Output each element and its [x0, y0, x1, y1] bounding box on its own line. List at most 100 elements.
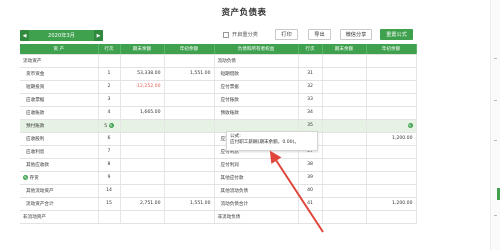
next-period-arrow-icon[interactable]: ▶: [94, 30, 103, 41]
beginning-balance[interactable]: [366, 210, 417, 224]
column-header: 年初余额: [366, 44, 417, 55]
ending-balance[interactable]: [322, 54, 367, 68]
ending-balance[interactable]: [120, 158, 165, 172]
beginning-balance[interactable]: [164, 132, 215, 146]
ending-balance[interactable]: [120, 119, 165, 133]
ending-balance[interactable]: 1,665.00: [120, 106, 165, 120]
ending-balance[interactable]: [322, 145, 367, 159]
table-row: 流动资产合计 15 2,751.00 1,551.00 流动负债合计 41 1,…: [20, 197, 417, 211]
ending-balance[interactable]: [120, 184, 165, 198]
asset-item-label: 应收账款: [20, 106, 99, 120]
ending-balance[interactable]: [322, 210, 367, 224]
beginning-balance[interactable]: [164, 210, 215, 224]
beginning-balance[interactable]: [366, 145, 417, 159]
ending-balance[interactable]: [120, 93, 165, 107]
beginning-balance-cell[interactable]: ✎: [366, 119, 417, 133]
beginning-balance[interactable]: 1,551.00: [164, 67, 215, 81]
ending-balance[interactable]: [322, 197, 367, 211]
beginning-balance[interactable]: [366, 106, 417, 120]
export-button[interactable]: 导出: [308, 29, 331, 40]
period-selector[interactable]: ◀ 2020年3月 ▶: [20, 30, 103, 41]
ending-balance[interactable]: [120, 132, 165, 146]
panel-tick: [494, 140, 497, 141]
row-number: 4: [98, 106, 121, 120]
ending-balance[interactable]: 2,751.00: [120, 197, 165, 211]
right-side-panel[interactable]: [490, 0, 500, 250]
row-number: 14: [98, 184, 121, 198]
beginning-balance[interactable]: [164, 119, 215, 133]
beginning-balance[interactable]: 1,551.00: [164, 197, 215, 211]
period-label[interactable]: 2020年3月: [29, 30, 94, 41]
table-row: 应收股利 6 应交税费 36 1,200.00: [20, 132, 417, 146]
asset-item-label-cell: ✎ 存货: [20, 171, 99, 185]
row-number: 2: [98, 80, 121, 94]
row-number: 1: [98, 67, 121, 81]
print-button[interactable]: 打印: [275, 29, 298, 40]
reclassify-checkbox-group[interactable]: 开启重分类: [223, 31, 258, 38]
beginning-balance[interactable]: [164, 80, 215, 94]
table-row: 短期投资 2 -12,252.00 应付票据 32: [20, 80, 417, 94]
ending-balance[interactable]: [322, 67, 367, 81]
row-number-cell: 5 ✎: [98, 119, 121, 133]
beginning-balance[interactable]: [366, 54, 417, 68]
table-header-row: 资 产 行次 期末余额 年初余额 负债和所有者权益 行次 期末余额 年初余额: [20, 44, 417, 55]
ending-balance[interactable]: [322, 93, 367, 107]
ending-balance[interactable]: [120, 145, 165, 159]
beginning-balance[interactable]: [164, 54, 215, 68]
edit-formula-icon[interactable]: ✎: [108, 122, 114, 128]
ending-balance[interactable]: [322, 106, 367, 120]
ending-balance[interactable]: [322, 80, 367, 94]
row-number: 34: [298, 106, 323, 120]
row-number: 5: [104, 123, 108, 129]
row-number: 8: [98, 158, 121, 172]
beginning-balance[interactable]: [366, 93, 417, 107]
ending-balance[interactable]: [322, 119, 367, 133]
ending-balance[interactable]: -12,252.00: [120, 80, 165, 94]
table-row: 流动资产 流动负债: [20, 54, 417, 68]
row-number: 33: [298, 93, 323, 107]
row-number: 40: [298, 184, 323, 198]
row-number: [298, 210, 323, 224]
ending-balance[interactable]: [322, 132, 367, 146]
beginning-balance[interactable]: 1,200.00: [366, 132, 417, 146]
balance-sheet-table: 资 产 行次 期末余额 年初余额 负债和所有者权益 行次 期末余额 年初余额 流…: [20, 44, 417, 224]
table-row: 货币资金 1 53,338.00 1,551.00 短期借款 31: [20, 67, 417, 81]
row-number: 41: [298, 197, 323, 211]
beginning-balance[interactable]: [366, 184, 417, 198]
beginning-balance[interactable]: [164, 158, 215, 172]
beginning-balance[interactable]: [164, 184, 215, 198]
beginning-balance[interactable]: [366, 171, 417, 185]
beginning-balance[interactable]: [366, 158, 417, 172]
column-header: 行次: [298, 44, 323, 55]
liability-item-label: 其他流动负债: [214, 184, 299, 198]
tooltip-formula: 应付职工薪酬(期末余额，0.00)。: [230, 140, 299, 145]
beginning-balance[interactable]: [164, 93, 215, 107]
prev-period-arrow-icon[interactable]: ◀: [20, 30, 29, 41]
reclassify-checkbox[interactable]: [223, 31, 229, 38]
edit-formula-icon[interactable]: ✎: [23, 174, 28, 180]
table-row: 应收账款 4 1,665.00 预收账款 34: [20, 106, 417, 120]
wechat-share-button[interactable]: 微信分享: [340, 29, 372, 40]
beginning-balance[interactable]: 1,200.00: [366, 197, 417, 211]
column-header: 负债和所有者权益: [214, 44, 299, 55]
beginning-balance[interactable]: [366, 67, 417, 81]
liability-item-label: 应付账款: [214, 93, 299, 107]
ending-balance[interactable]: [322, 171, 367, 185]
ending-balance[interactable]: [120, 171, 165, 185]
column-header: 期末余额: [120, 44, 165, 55]
ending-balance[interactable]: 53,338.00: [120, 67, 165, 81]
beginning-balance[interactable]: [366, 80, 417, 94]
ending-balance[interactable]: [120, 54, 165, 68]
ending-balance[interactable]: [322, 158, 367, 172]
reset-formula-button[interactable]: 重置公式: [380, 29, 413, 40]
row-number: 32: [298, 80, 323, 94]
liability-item-label: 其他应付款: [214, 171, 299, 185]
liability-item-label: 短期借款: [214, 67, 299, 81]
beginning-balance[interactable]: [164, 171, 215, 185]
asset-item-label: 货币资金: [20, 67, 99, 81]
ending-balance[interactable]: [322, 184, 367, 198]
beginning-balance[interactable]: [164, 145, 215, 159]
edit-formula-icon[interactable]: ✎: [407, 122, 413, 128]
beginning-balance[interactable]: [164, 106, 215, 120]
ending-balance[interactable]: [120, 210, 165, 224]
